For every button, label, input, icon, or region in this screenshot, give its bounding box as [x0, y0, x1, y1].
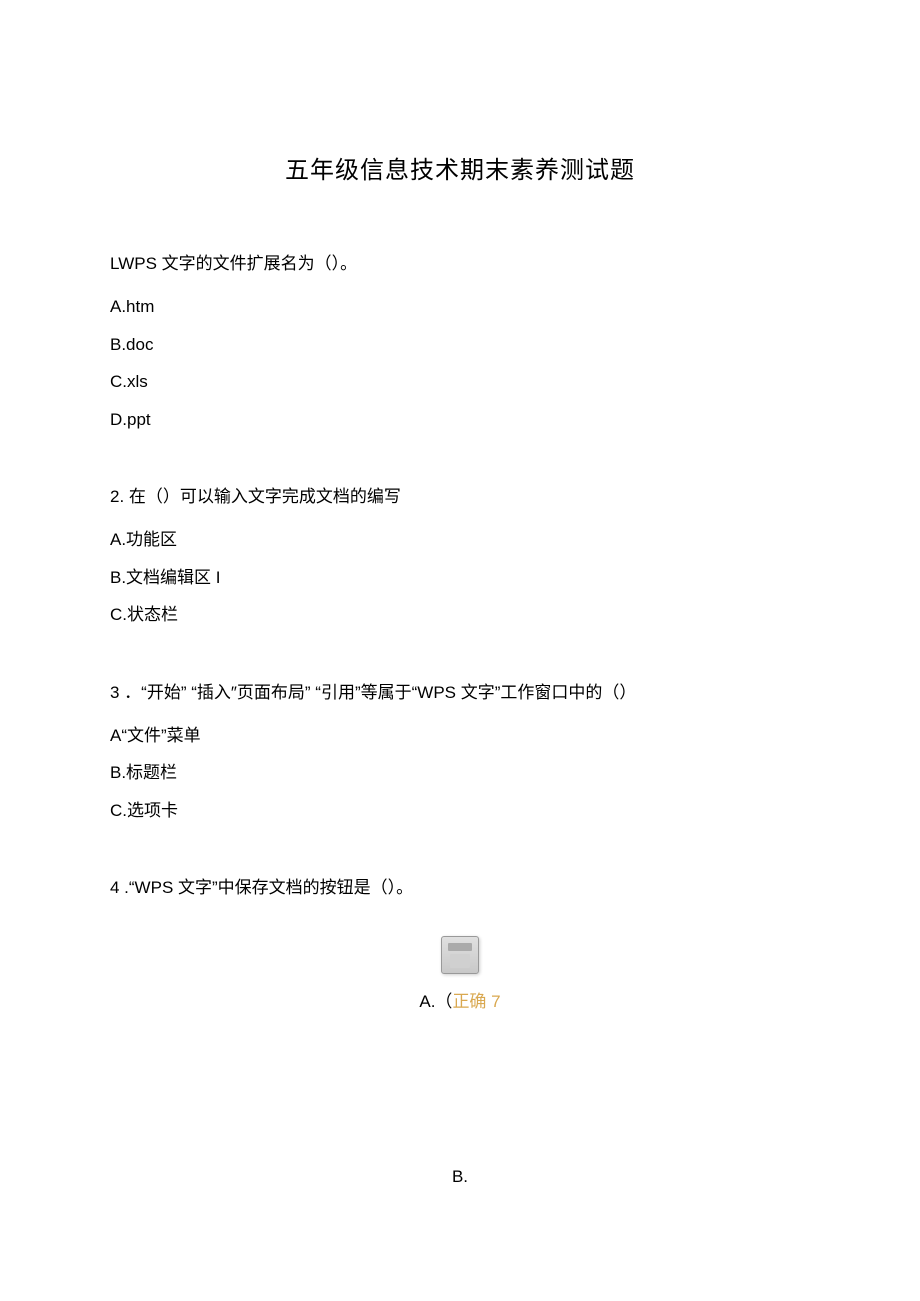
- question-4: 4 .“WPS 文字”中保存文档的按钮是（）。 A.（正确 7 B.: [110, 869, 810, 1187]
- question-1-option-a: A.htm: [110, 288, 810, 325]
- question-3-text: 3 ．“开始” “插入″页面布局” “引用”等属于“WPS 文字”工作窗口中的（…: [110, 674, 810, 711]
- question-2-text: 2. 在（）可以输入文字完成文档的编写: [110, 478, 810, 515]
- question-3: 3 ．“开始” “插入″页面布局” “引用”等属于“WPS 文字”工作窗口中的（…: [110, 674, 810, 830]
- question-2-option-c: C.状态栏: [110, 596, 810, 633]
- save-icon: [441, 936, 479, 974]
- document-page: 五年级信息技术期末素养测试题 LWPS 文字的文件扩展名为（）。 A.htm B…: [0, 0, 920, 1187]
- question-1: LWPS 文字的文件扩展名为（）。 A.htm B.doc C.xls D.pp…: [110, 245, 810, 438]
- correct-marker: 正确 7: [452, 992, 500, 1011]
- question-2: 2. 在（）可以输入文字完成文档的编写 A.功能区 B.文档编辑区 I C.状态…: [110, 478, 810, 634]
- question-1-option-b: B.doc: [110, 326, 810, 363]
- question-3-option-a: A“文件”菜单: [110, 717, 810, 754]
- question-1-option-c: C.xls: [110, 363, 810, 400]
- question-1-option-d: D.ppt: [110, 401, 810, 438]
- question-4-option-b: B.: [110, 1167, 810, 1187]
- page-title: 五年级信息技术期末素养测试题: [110, 150, 810, 185]
- question-2-option-b: B.文档编辑区 I: [110, 559, 810, 596]
- question-4-text: 4 .“WPS 文字”中保存文档的按钮是（）。: [110, 869, 810, 906]
- question-3-option-c: C.选项卡: [110, 792, 810, 829]
- question-3-option-b: B.标题栏: [110, 754, 810, 791]
- question-4-option-a: A.（正确 7: [110, 987, 810, 1012]
- question-4-image-block: A.（正确 7: [110, 936, 810, 1012]
- question-4-answer-a-prefix: A.（: [419, 992, 452, 1011]
- question-1-text: LWPS 文字的文件扩展名为（）。: [110, 245, 810, 282]
- question-2-option-a: A.功能区: [110, 521, 810, 558]
